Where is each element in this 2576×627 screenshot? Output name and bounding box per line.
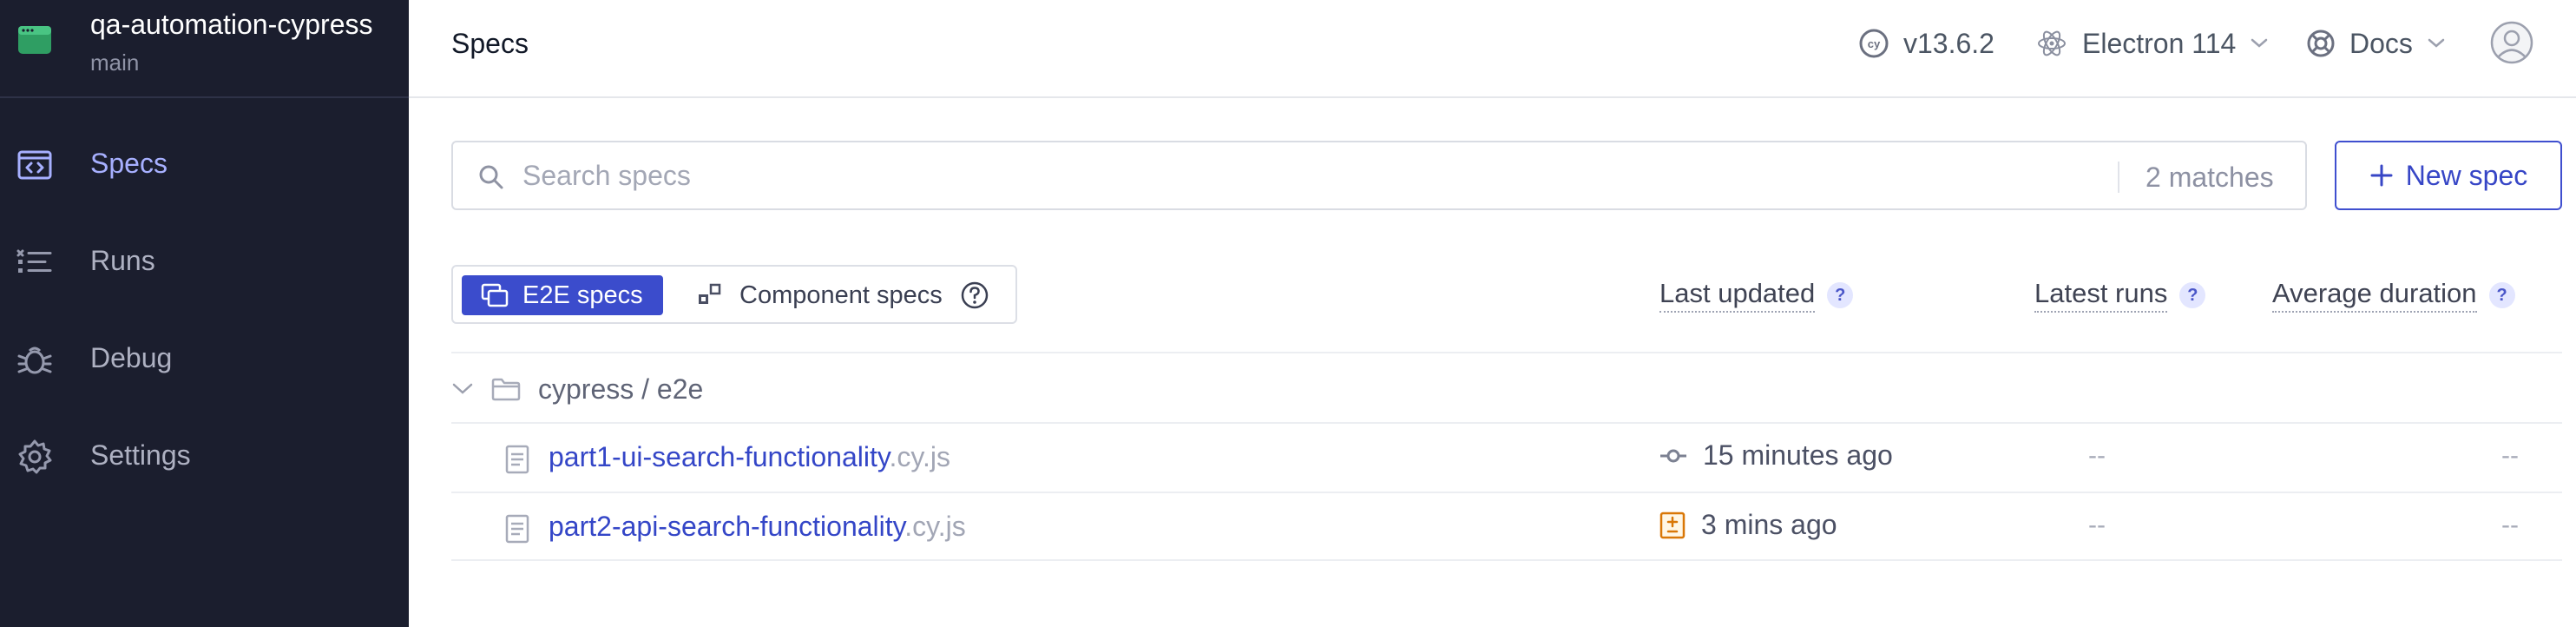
search-icon [479, 165, 503, 189]
help-icon[interactable]: ? [2488, 282, 2515, 308]
file-icon [505, 445, 529, 474]
search-box: 2 matches [451, 141, 2307, 210]
runs-icon [16, 249, 52, 273]
new-spec-label: New spec [2405, 159, 2528, 191]
sidebar-item-runs[interactable]: Runs [0, 215, 409, 302]
spec-link[interactable]: part2-api-search-functionality.cy.js [549, 511, 966, 543]
search-input[interactable] [522, 155, 1868, 196]
search-divider [2118, 162, 2119, 193]
docs-menu[interactable]: Docs [2306, 26, 2446, 61]
folder-row[interactable]: cypress / e2e [451, 354, 703, 424]
table-row[interactable]: part1-ui-search-functionality.cy.js 15 m… [451, 424, 2562, 493]
column-label: Last updated [1659, 278, 1816, 313]
spec-extension: .cy.js [904, 511, 966, 542]
project-name: qa-automation-cypress [90, 9, 373, 40]
chevron-down-icon [2251, 38, 2268, 48]
browser-selector[interactable]: Electron 114 [2037, 26, 2269, 61]
svg-text:cy: cy [1868, 37, 1881, 50]
folder-path: cypress / e2e [538, 373, 704, 405]
sidebar-item-label: Runs [90, 245, 155, 276]
last-updated-cell: 3 mins ago [1659, 509, 1837, 541]
specs-icon [17, 150, 52, 180]
sidebar: qa-automation-cypress main Specs Runs De… [0, 0, 409, 627]
bug-icon [17, 346, 52, 374]
column-label: Average duration [2272, 278, 2477, 313]
latest-runs-value: -- [2088, 441, 2106, 470]
spec-name: part1-ui-search-functionality [549, 441, 890, 472]
top-bar: Specs cy v13.6.2 Electron 114 Docs [409, 0, 2576, 98]
spec-link[interactable]: part1-ui-search-functionality.cy.js [549, 441, 950, 473]
column-label: Latest runs [2034, 278, 2168, 313]
version-badge[interactable]: cy v13.6.2 [1858, 26, 1994, 61]
sidebar-item-specs[interactable]: Specs [0, 118, 409, 205]
folder-icon [491, 378, 521, 401]
tab-component-specs[interactable]: Component specs [696, 275, 989, 315]
plus-icon [2370, 164, 2393, 187]
page-title: Specs [451, 28, 529, 59]
column-header-latest-runs[interactable]: Latest runs ? [2034, 278, 2206, 313]
browser-label: Electron 114 [2082, 27, 2237, 59]
chevron-down-icon [2428, 38, 2445, 48]
column-header-last-updated[interactable]: Last updated ? [1659, 278, 1854, 313]
spec-extension: .cy.js [889, 441, 950, 472]
question-circle-icon[interactable] [960, 280, 989, 310]
updated-time: 15 minutes ago [1703, 439, 1893, 471]
cypress-logo-icon: cy [1859, 29, 1889, 58]
chevron-down-icon [452, 383, 473, 394]
windows-icon [481, 283, 509, 307]
tab-e2e-specs[interactable]: E2E specs [462, 275, 663, 315]
help-icon[interactable]: ? [1827, 282, 1854, 308]
sidebar-item-label: Settings [90, 439, 191, 471]
last-updated-cell: 15 minutes ago [1659, 439, 1893, 472]
avg-duration-value: -- [2501, 511, 2519, 539]
user-avatar-icon[interactable] [2490, 21, 2533, 64]
component-icon [699, 283, 721, 304]
project-header[interactable]: qa-automation-cypress main [0, 0, 409, 98]
file-icon [505, 514, 529, 544]
sidebar-item-label: Debug [90, 342, 173, 373]
avg-duration-value: -- [2501, 441, 2519, 470]
match-count: 2 matches [2146, 162, 2274, 193]
divider [451, 352, 2562, 353]
latest-runs-value: -- [2088, 511, 2106, 539]
project-folder-icon [18, 26, 51, 54]
new-spec-button[interactable]: New spec [2335, 141, 2562, 210]
git-commit-icon [1660, 449, 1686, 462]
spec-type-toggle: E2E specs Component specs [451, 265, 1017, 324]
table-row[interactable]: part2-api-search-functionality.cy.js 3 m… [451, 493, 2562, 563]
sidebar-item-settings[interactable]: Settings [0, 410, 409, 497]
electron-icon [2038, 30, 2066, 56]
tab-label: Component specs [739, 280, 943, 309]
help-icon[interactable]: ? [2179, 282, 2206, 308]
tab-label: E2E specs [522, 280, 643, 309]
sidebar-item-label: Specs [90, 148, 168, 179]
spec-name: part2-api-search-functionality [549, 511, 905, 542]
gear-icon [18, 439, 52, 474]
file-modified-icon [1659, 512, 1686, 538]
version-label: v13.6.2 [1903, 27, 1994, 59]
lifebuoy-icon [2307, 30, 2335, 57]
divider [451, 559, 2562, 561]
column-header-average-duration[interactable]: Average duration ? [2272, 278, 2515, 313]
branch-name: main [90, 50, 140, 76]
docs-label: Docs [2349, 27, 2413, 59]
sidebar-item-debug[interactable]: Debug [0, 313, 409, 399]
updated-time: 3 mins ago [1701, 509, 1837, 540]
